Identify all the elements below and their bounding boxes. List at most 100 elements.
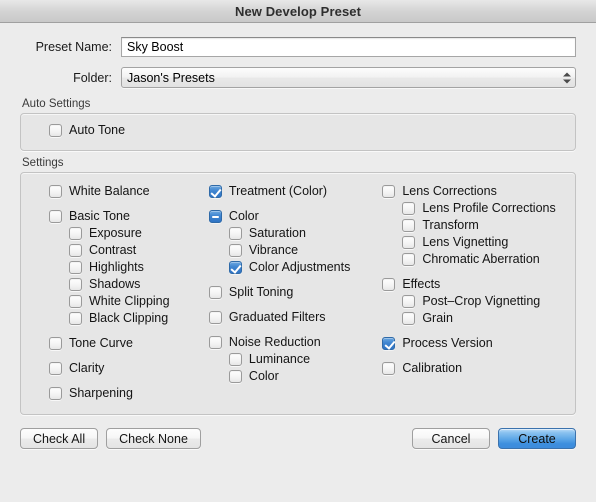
checkbox-chromatic-aberration[interactable] — [402, 253, 416, 266]
checkbox-clarity[interactable] — [49, 362, 62, 375]
checkbox-row-chromatic-aberration[interactable]: Chromatic Aberration — [382, 252, 575, 267]
checkbox-black-clipping[interactable] — [69, 312, 82, 325]
checkbox-row-graduated-filters[interactable]: Graduated Filters — [208, 310, 382, 325]
preset-name-row: Preset Name: — [20, 37, 576, 57]
checkbox-label: Black Clipping — [89, 311, 169, 325]
checkbox-row-white-balance[interactable]: White Balance — [49, 184, 209, 199]
checkbox-row-treatment-color[interactable]: Treatment (Color) — [208, 184, 382, 199]
checkbox-row-effects[interactable]: Effects — [382, 277, 575, 292]
checkbox-lens-corrections[interactable] — [382, 185, 396, 198]
checkbox-label: Highlights — [89, 260, 144, 274]
checkbox-label: Split Toning — [228, 285, 294, 299]
checkbox-label: Post–Crop Vignetting — [422, 294, 541, 308]
checkbox-effects[interactable] — [382, 278, 396, 291]
check-none-button[interactable]: Check None — [106, 428, 201, 449]
checkbox-basic-tone[interactable] — [49, 210, 62, 223]
checkbox-row-shadows[interactable]: Shadows — [49, 277, 209, 292]
checkbox-row-calibration[interactable]: Calibration — [382, 361, 575, 376]
checkbox-white-clipping[interactable] — [69, 295, 82, 308]
checkbox-calibration[interactable] — [382, 362, 396, 375]
checkbox-label: Shadows — [89, 277, 141, 291]
checkbox-label: Grain — [422, 311, 453, 325]
checkbox-exposure[interactable] — [69, 227, 82, 240]
checkbox-label: Auto Tone — [69, 123, 126, 137]
checkbox-label: Color Adjustments — [248, 260, 351, 274]
checkbox-row-tone-curve[interactable]: Tone Curve — [49, 336, 209, 351]
checkbox-lens-vignetting[interactable] — [402, 236, 416, 249]
checkbox-auto-tone[interactable] — [49, 124, 62, 137]
checkbox-lens-profile-corrections[interactable] — [402, 202, 416, 215]
checkbox-white-balance[interactable] — [49, 185, 62, 198]
checkbox-row-auto-tone[interactable]: Auto Tone — [49, 123, 575, 138]
settings-column-3: Lens Corrections Lens Profile Corrections… — [382, 184, 575, 403]
checkbox-row-black-clipping[interactable]: Black Clipping — [49, 311, 209, 326]
checkbox-grain[interactable] — [402, 312, 416, 325]
checkbox-label: Contrast — [89, 243, 137, 257]
checkbox-row-grain[interactable]: Grain — [382, 311, 575, 326]
checkbox-row-transform[interactable]: Transform — [382, 218, 575, 233]
checkbox-row-color-adjustments[interactable]: Color Adjustments — [209, 260, 382, 275]
checkbox-color[interactable] — [228, 370, 242, 383]
checkbox-highlights[interactable] — [69, 261, 82, 274]
window-titlebar: New Develop Preset — [0, 0, 596, 23]
checkbox-label: Clarity — [69, 361, 105, 375]
dialog-footer: Check All Check None Cancel Create — [0, 415, 596, 449]
checkbox-sharpening[interactable] — [49, 387, 62, 400]
checkbox-graduated-filters[interactable] — [208, 311, 222, 324]
checkbox-shadows[interactable] — [69, 278, 82, 291]
stepper-arrows-icon[interactable] — [563, 72, 571, 83]
create-button[interactable]: Create — [498, 428, 576, 449]
settings-column-2: Treatment (Color) Color Saturation Vibrance… — [208, 184, 382, 403]
checkbox-row-post-crop-vignetting[interactable]: Post–Crop Vignetting — [382, 294, 575, 309]
folder-select[interactable]: Jason's Presets — [121, 67, 576, 88]
checkbox-row-luminance[interactable]: Luminance — [209, 352, 382, 367]
auto-settings-group: Auto Settings Auto Tone — [20, 98, 576, 151]
folder-label: Folder: — [73, 70, 112, 85]
checkbox-row-split-toning[interactable]: Split Toning — [208, 285, 382, 300]
checkbox-label: Transform — [422, 218, 479, 232]
checkbox-row-color[interactable]: Color — [208, 209, 382, 224]
checkbox-post-crop-vignetting[interactable] — [402, 295, 416, 308]
checkbox-color-adjustments[interactable] — [228, 261, 242, 274]
checkbox-row-clarity[interactable]: Clarity — [49, 361, 209, 376]
checkbox-label: Calibration — [402, 361, 463, 375]
checkbox-label: Lens Corrections — [402, 184, 497, 198]
checkbox-row-contrast[interactable]: Contrast — [49, 243, 209, 258]
checkbox-row-sharpening[interactable]: Sharpening — [49, 386, 209, 401]
checkbox-luminance[interactable] — [228, 353, 242, 366]
checkbox-row-highlights[interactable]: Highlights — [49, 260, 209, 275]
checkbox-row-lens-vignetting[interactable]: Lens Vignetting — [382, 235, 575, 250]
cancel-button[interactable]: Cancel — [412, 428, 490, 449]
checkbox-row-color[interactable]: Color — [209, 369, 382, 384]
checkbox-row-noise-reduction[interactable]: Noise Reduction — [208, 335, 382, 350]
checkbox-row-exposure[interactable]: Exposure — [49, 226, 209, 241]
checkbox-row-lens-profile-corrections[interactable]: Lens Profile Corrections — [382, 201, 575, 216]
checkbox-saturation[interactable] — [228, 227, 242, 240]
preset-name-input[interactable] — [121, 37, 576, 57]
chevron-up-icon — [563, 72, 571, 76]
checkbox-tone-curve[interactable] — [49, 337, 62, 350]
auto-settings-box: Auto Tone — [20, 113, 576, 151]
check-all-button[interactable]: Check All — [20, 428, 99, 449]
checkbox-treatment-color[interactable] — [208, 185, 222, 198]
checkbox-row-process-version[interactable]: Process Version — [382, 336, 575, 351]
checkbox-noise-reduction[interactable] — [208, 336, 222, 349]
settings-columns: White Balance Basic Tone Exposure Contrast H… — [21, 184, 575, 403]
checkbox-color[interactable] — [208, 210, 222, 223]
checkbox-row-basic-tone[interactable]: Basic Tone — [49, 209, 209, 224]
window-title: New Develop Preset — [234, 3, 362, 19]
checkbox-transform[interactable] — [402, 219, 416, 232]
checkbox-split-toning[interactable] — [208, 286, 222, 299]
checkbox-row-white-clipping[interactable]: White Clipping — [49, 294, 209, 309]
checkbox-vibrance[interactable] — [228, 244, 242, 257]
checkbox-label: Basic Tone — [69, 209, 130, 223]
checkbox-process-version[interactable] — [382, 337, 396, 350]
checkbox-label: White Clipping — [89, 294, 170, 308]
settings-box: White Balance Basic Tone Exposure Contrast H… — [20, 172, 576, 415]
checkbox-row-lens-corrections[interactable]: Lens Corrections — [382, 184, 575, 199]
checkbox-row-saturation[interactable]: Saturation — [209, 226, 382, 241]
settings-column-1: White Balance Basic Tone Exposure Contrast H… — [49, 184, 209, 403]
checkbox-contrast[interactable] — [69, 244, 82, 257]
folder-row: Folder: Jason's Presets — [20, 67, 576, 88]
checkbox-row-vibrance[interactable]: Vibrance — [209, 243, 382, 258]
